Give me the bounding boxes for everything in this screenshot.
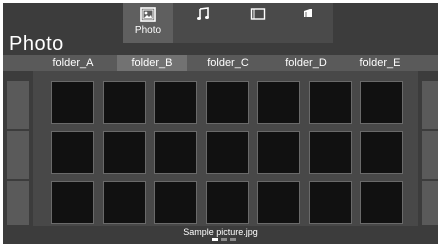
- page-title: Photo: [9, 33, 64, 55]
- prev-folder-panel[interactable]: [7, 131, 29, 179]
- folder-tab-a[interactable]: folder_A: [38, 55, 108, 71]
- thumbnail-tile[interactable]: [154, 131, 197, 174]
- thumbnail-tile[interactable]: [154, 81, 197, 124]
- thumbnail-tile[interactable]: [360, 181, 403, 224]
- thumbnail-tile[interactable]: [308, 81, 352, 124]
- video-frame-icon: [250, 8, 266, 20]
- photo-icon: [140, 7, 156, 22]
- page-dot: [230, 238, 236, 241]
- folder-tab-c[interactable]: folder_C: [193, 55, 263, 71]
- thumbnail-tile[interactable]: [360, 81, 403, 124]
- selected-filename: Sample picture.jpg: [183, 227, 258, 237]
- page-indicator: [212, 238, 236, 241]
- thumbnail-tile[interactable]: [205, 181, 249, 224]
- thumbnail-tile[interactable]: [308, 181, 352, 224]
- thumbnail-tile[interactable]: [257, 181, 300, 224]
- next-folder-panel[interactable]: [422, 81, 438, 129]
- thumbnail-tile[interactable]: [51, 81, 94, 124]
- music-note-icon: [197, 7, 209, 20]
- tab-photo[interactable]: Photo: [123, 3, 173, 43]
- thumbnail-tile[interactable]: [102, 131, 146, 174]
- thumbnail-tile[interactable]: [360, 131, 403, 174]
- thumbnail-tile[interactable]: [205, 81, 249, 124]
- text-file-icon: [304, 9, 312, 17]
- thumbnail-tile[interactable]: [51, 181, 94, 224]
- next-folder-panel[interactable]: [422, 181, 438, 225]
- thumbnail-tile[interactable]: [51, 131, 94, 174]
- folder-tab-d[interactable]: folder_D: [271, 55, 341, 71]
- thumbnail-tile[interactable]: [102, 81, 146, 124]
- thumbnail-tile[interactable]: [257, 131, 300, 174]
- thumbnail-tile[interactable]: [154, 181, 197, 224]
- media-type-bar: Photo: [123, 3, 333, 43]
- prev-folder-panel[interactable]: [7, 81, 29, 129]
- thumbnail-tile[interactable]: [308, 131, 352, 174]
- thumbnail-tile[interactable]: [205, 131, 249, 174]
- next-folder-panel[interactable]: [422, 131, 438, 179]
- prev-folder-panel[interactable]: [7, 181, 29, 225]
- tab-video[interactable]: [233, 3, 283, 43]
- tab-music[interactable]: [178, 3, 228, 43]
- tab-photo-label: Photo: [134, 25, 162, 36]
- page-dot: [212, 238, 218, 241]
- folder-tab-e[interactable]: folder_E: [345, 55, 415, 71]
- folder-tab-b[interactable]: folder_B: [117, 55, 187, 71]
- folder-tab-bar: folder_A folder_B folder_C folder_D fold…: [3, 55, 438, 71]
- page-dot: [221, 238, 227, 241]
- thumbnail-grid: [33, 71, 418, 226]
- tab-document[interactable]: [283, 3, 333, 43]
- media-browser-screen: Photo Photo folder_A folder_B folder_C f…: [3, 3, 438, 244]
- thumbnail-tile[interactable]: [257, 81, 300, 124]
- thumbnail-tile[interactable]: [102, 181, 146, 224]
